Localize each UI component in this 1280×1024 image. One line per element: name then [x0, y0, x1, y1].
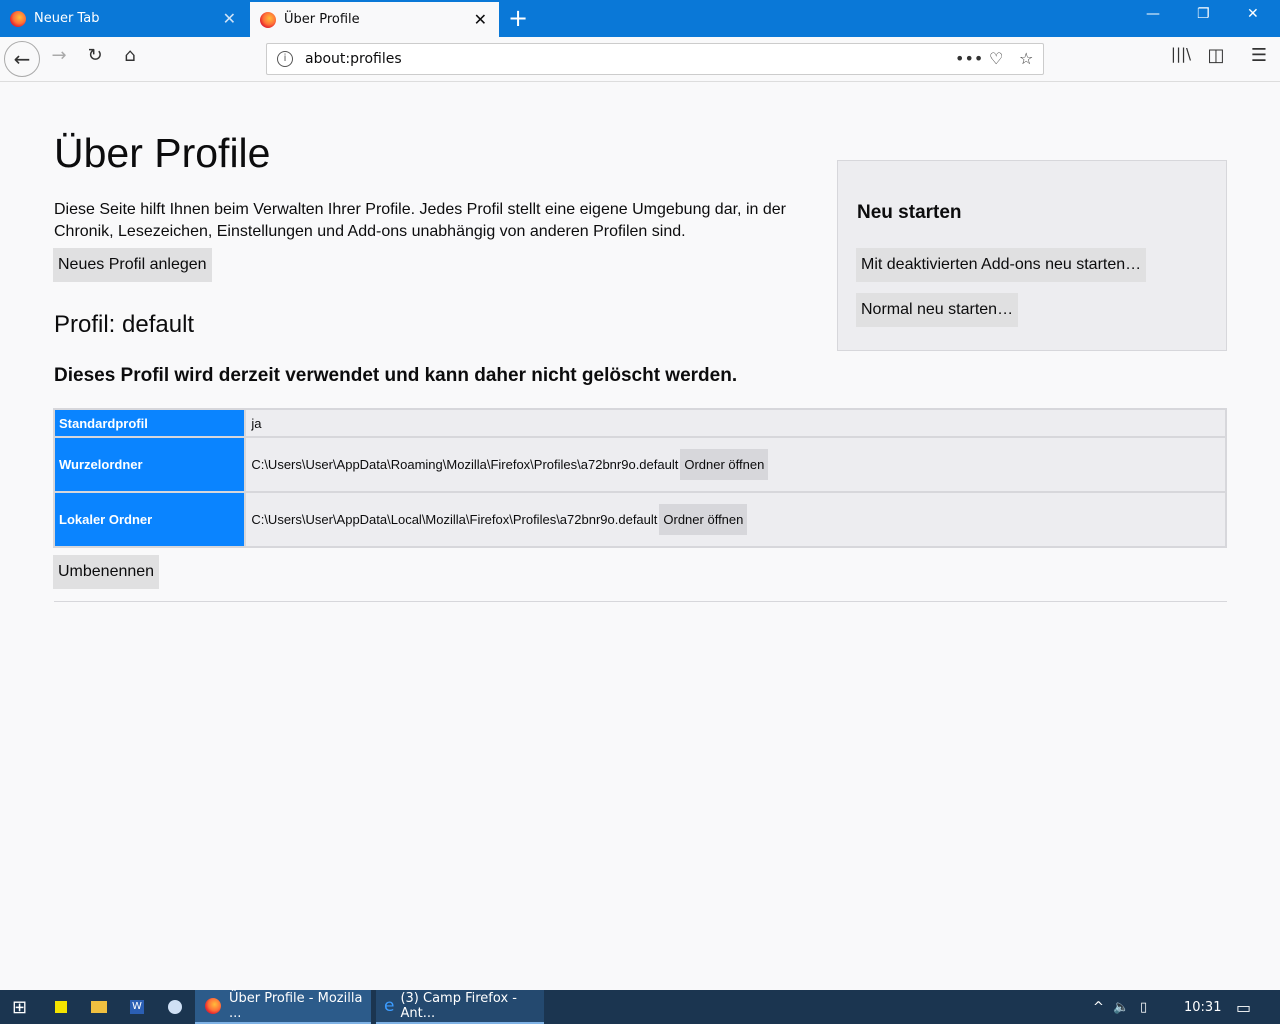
new-tab-button[interactable]: +: [508, 5, 528, 31]
row-label: Lokaler Ordner: [52, 491, 247, 548]
page-actions-icon[interactable]: •••: [955, 49, 983, 68]
minimize-button[interactable]: —: [1146, 6, 1160, 22]
row-label: Wurzelordner: [52, 436, 247, 493]
sticky-notes-icon[interactable]: [55, 1001, 67, 1013]
profile-heading: Profil: default: [54, 311, 195, 338]
windows-start-icon[interactable]: ⊞: [12, 990, 27, 1024]
notifications-icon[interactable]: ▭: [1236, 990, 1251, 1024]
row-value: C:\Users\User\AppData\Roaming\Mozilla\Fi…: [251, 457, 679, 472]
edge-icon: e: [384, 996, 395, 1016]
forward-button[interactable]: →: [44, 45, 74, 66]
taskbar-edge[interactable]: e (3) Camp Firefox - Ant...: [376, 990, 544, 1024]
row-value: C:\Users\User\AppData\Local\Mozilla\Fire…: [251, 512, 658, 527]
url-bar[interactable]: i about:profiles ••• ♡ ☆: [266, 43, 1044, 75]
nav-bar: ← → ↻ ⌂ i about:profiles ••• ♡ ☆ |||\ ◫ …: [0, 37, 1280, 82]
tab-bar: Neuer Tab ✕ Über Profile ✕ + — ❐ ✕: [0, 0, 1280, 37]
close-tab-icon[interactable]: ✕: [223, 9, 236, 28]
restart-safe-mode-button[interactable]: Mit deaktivierten Add-ons neu starten…: [856, 248, 1147, 282]
url-text[interactable]: about:profiles: [305, 51, 402, 67]
row-label: Standardprofil: [52, 408, 247, 438]
in-use-notice: Dieses Profil wird derzeit verwendet und…: [54, 365, 738, 386]
open-local-folder-button[interactable]: Ordner öffnen: [659, 504, 748, 535]
reload-button[interactable]: ↻: [80, 45, 110, 66]
tab-uber-profile[interactable]: Über Profile ✕: [250, 2, 499, 37]
firefox-icon: [10, 10, 26, 27]
library-icon[interactable]: |||\: [1166, 45, 1196, 63]
new-profile-button[interactable]: Neues Profil anlegen: [53, 248, 212, 282]
tab-neuer-tab[interactable]: Neuer Tab ✕: [0, 0, 248, 37]
restart-normal-button[interactable]: Normal neu starten…: [856, 293, 1019, 327]
tab-label: Neuer Tab: [34, 11, 100, 26]
back-button[interactable]: ←: [4, 41, 40, 77]
table-row: Lokaler Ordner C:\Users\User\AppData\Loca…: [52, 491, 1227, 548]
page-title: Über Profile: [54, 130, 271, 176]
volume-icon[interactable]: 🔈: [1113, 990, 1129, 1024]
sidebar-icon[interactable]: ◫: [1201, 45, 1231, 66]
show-hidden-icons[interactable]: ^: [1093, 990, 1104, 1024]
word-icon[interactable]: W: [130, 1000, 144, 1014]
restart-heading: Neu starten: [857, 202, 962, 223]
table-row: Wurzelordner C:\Users\User\AppData\Roamin…: [52, 436, 1227, 493]
page-content: Über Profile Diese Seite hilft Ihnen bei…: [0, 82, 1280, 990]
restore-button[interactable]: ❐: [1197, 6, 1210, 22]
menu-icon[interactable]: ☰: [1244, 45, 1274, 66]
taskbar-firefox[interactable]: Über Profile - Mozilla ...: [195, 990, 371, 1024]
row-value: ja: [244, 408, 1227, 438]
file-explorer-icon[interactable]: [91, 1001, 107, 1013]
close-tab-icon[interactable]: ✕: [474, 10, 487, 29]
profile-table: Standardprofil ja Wurzelordner C:\Users\Us…: [52, 408, 1227, 548]
clock[interactable]: 10:31: [1184, 990, 1221, 1024]
divider: [54, 601, 1227, 602]
info-icon[interactable]: i: [277, 51, 293, 67]
bookmark-star-icon[interactable]: ☆: [1019, 49, 1033, 68]
table-row: Standardprofil ja: [52, 408, 1227, 438]
pocket-icon[interactable]: ♡: [989, 49, 1003, 68]
firefox-icon: [260, 11, 276, 28]
restart-box: Neu starten Mit deaktivierten Add-ons ne…: [837, 160, 1227, 351]
intro-text: Diese Seite hilft Ihnen beim Verwalten I…: [54, 201, 786, 240]
rename-button[interactable]: Umbenennen: [53, 555, 160, 589]
usb-icon[interactable]: ▯: [1140, 990, 1147, 1024]
firefox-icon: [205, 998, 221, 1014]
tab-label: Über Profile: [284, 12, 360, 27]
taskbar-label: Über Profile - Mozilla ...: [229, 991, 363, 1021]
taskbar: ⊞ W Über Profile - Mozilla ... e (3) Camp…: [0, 990, 1280, 1024]
home-button[interactable]: ⌂: [115, 45, 145, 66]
taskbar-label: (3) Camp Firefox - Ant...: [400, 991, 517, 1021]
close-window-button[interactable]: ✕: [1247, 6, 1259, 22]
mail-icon[interactable]: [168, 1000, 182, 1014]
open-root-folder-button[interactable]: Ordner öffnen: [680, 449, 769, 480]
